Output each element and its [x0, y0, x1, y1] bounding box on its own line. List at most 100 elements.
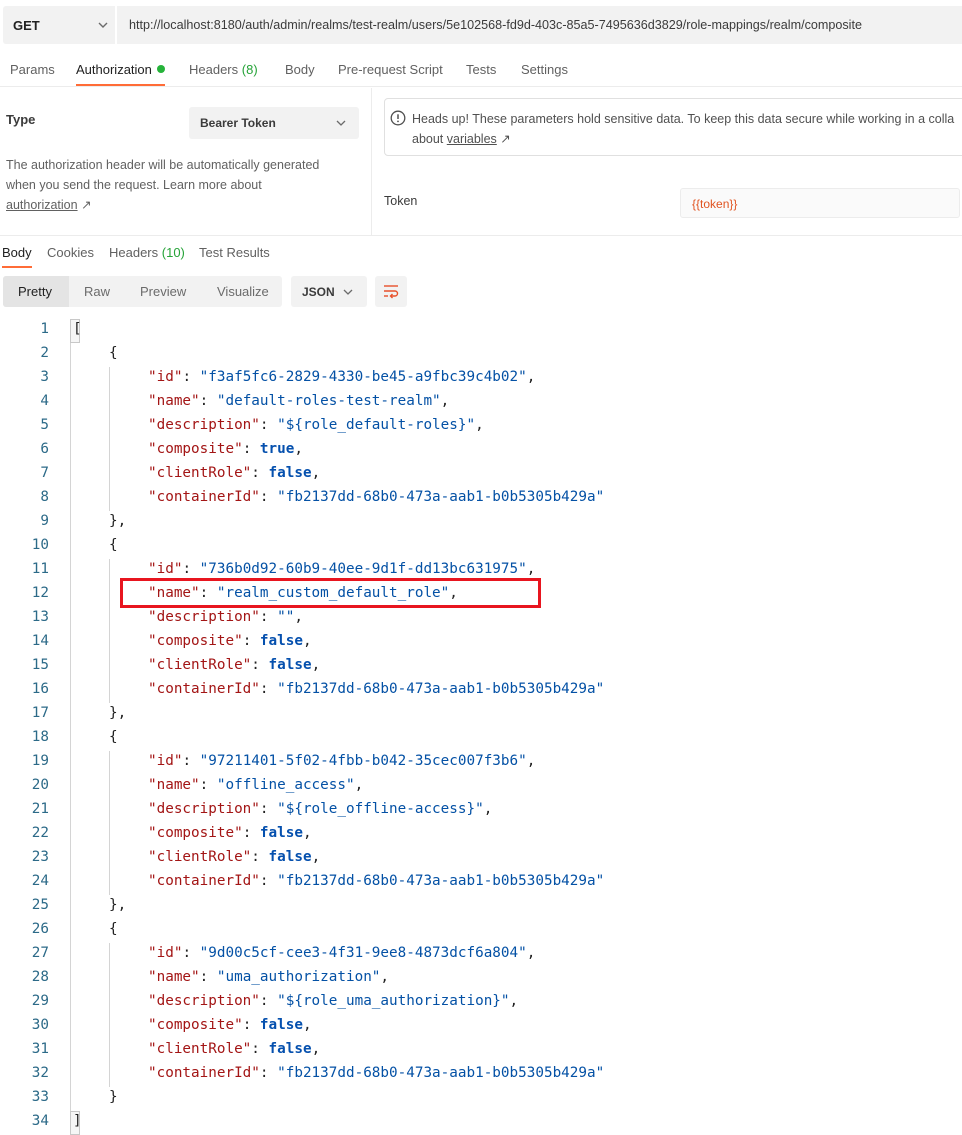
punctuation: ]	[73, 1113, 82, 1129]
code-text: "clientRole": false,	[148, 845, 320, 869]
alert-line-1: Heads up! These parameters hold sensitiv…	[412, 112, 955, 126]
line-number: 33	[31, 1089, 49, 1105]
json-key: "composite"	[148, 1017, 243, 1033]
token-label: Token	[384, 194, 418, 208]
tab-body[interactable]: Body	[285, 62, 315, 77]
line-number: 34	[31, 1113, 49, 1129]
code-line: 10 {	[0, 533, 962, 557]
code-text: },	[109, 893, 126, 917]
punctuation: ,	[302, 1017, 312, 1033]
response-tab-headers[interactable]: Headers (10)	[109, 245, 185, 260]
punctuation: :	[259, 873, 278, 889]
code-text: "clientRole": false,	[148, 1037, 320, 1061]
line-number: 26	[31, 921, 49, 937]
json-key: "description"	[148, 801, 260, 817]
punctuation: ,	[483, 801, 493, 817]
json-value: "uma_authorization"	[216, 969, 381, 985]
punctuation: ,	[526, 561, 536, 577]
punctuation: :	[199, 393, 217, 409]
code-line: 8 "containerId": "fb2137dd-68b0-473a-aab1…	[0, 485, 962, 509]
punctuation: ,	[440, 393, 450, 409]
response-tab-test-results[interactable]: Test Results	[199, 245, 270, 260]
code-text: ]	[73, 1109, 82, 1133]
code-text: "composite": true,	[148, 437, 303, 461]
code-text: "containerId": "fb2137dd-68b0-473a-aab1-…	[148, 1061, 604, 1085]
tab-headers[interactable]: Headers (8)	[189, 62, 258, 77]
code-line: 6 "composite": true,	[0, 437, 962, 461]
line-number: 2	[40, 345, 49, 361]
punctuation: :	[259, 609, 278, 625]
punctuation: :	[251, 465, 269, 481]
view-raw-button[interactable]: Raw	[84, 284, 110, 299]
line-number: 25	[31, 897, 49, 913]
punctuation: :	[259, 993, 278, 1009]
json-value: false	[259, 1017, 303, 1033]
variables-link[interactable]: variables	[447, 132, 497, 146]
line-number: 16	[31, 681, 49, 697]
line-number: 24	[31, 873, 49, 889]
tab-headers-label: Headers	[189, 62, 239, 77]
response-tab-headers-label: Headers	[109, 245, 159, 260]
token-input[interactable]: {{token}}	[680, 188, 960, 218]
response-body-code[interactable]: 1[ 2 {3 "id": "f3af5fc6-2829-4330-be45-a9fb…	[0, 317, 962, 1135]
view-pretty-button[interactable]: Pretty	[3, 276, 69, 307]
punctuation: :	[182, 561, 200, 577]
line-number: 20	[31, 777, 49, 793]
code-text: "name": "offline_access",	[148, 773, 363, 797]
json-value: false	[268, 465, 312, 481]
line-number: 3	[40, 369, 49, 385]
auth-type-select[interactable]: Bearer Token	[189, 107, 359, 139]
json-value: "f3af5fc6-2829-4330-be45-a9fbc39c4b02"	[199, 369, 527, 385]
chevron-down-icon	[336, 120, 346, 126]
tab-prerequest-script[interactable]: Pre-request Script	[338, 62, 443, 77]
view-preview-button[interactable]: Preview	[140, 284, 186, 299]
request-bar: GET http://localhost:8180/auth/admin/rea…	[0, 6, 962, 46]
line-number: 15	[31, 657, 49, 673]
url-text: http://localhost:8180/auth/admin/realms/…	[129, 18, 862, 32]
line-number: 14	[31, 633, 49, 649]
format-select[interactable]: JSON	[291, 276, 367, 307]
json-value: ""	[277, 609, 295, 625]
line-number: 28	[31, 969, 49, 985]
code-line: 1[	[0, 317, 962, 341]
code-text: {	[109, 533, 118, 557]
tab-settings[interactable]: Settings	[521, 62, 568, 77]
method-select[interactable]: GET	[3, 6, 115, 44]
view-visualize-button[interactable]: Visualize	[217, 284, 269, 299]
response-tab-body[interactable]: Body	[2, 245, 32, 260]
auth-help-text: The authorization header will be automat…	[6, 155, 346, 215]
divider	[371, 88, 372, 235]
tab-params[interactable]: Params	[10, 62, 55, 77]
punctuation: {	[109, 729, 118, 745]
punctuation: },	[109, 513, 127, 529]
wrap-lines-button[interactable]	[375, 276, 407, 307]
punctuation: :	[251, 849, 269, 865]
sensitive-data-alert: Heads up! These parameters hold sensitiv…	[384, 98, 962, 156]
punctuation: ,	[526, 369, 536, 385]
line-number: 12	[31, 585, 49, 601]
json-value: true	[259, 441, 295, 457]
punctuation: {	[109, 345, 118, 361]
code-text: {	[109, 725, 118, 749]
line-number: 9	[40, 513, 49, 529]
punctuation: ,	[302, 825, 312, 841]
code-line: 19 "id": "97211401-5f02-4fbb-b042-35cec00…	[0, 749, 962, 773]
json-key: "clientRole"	[148, 465, 252, 481]
wrap-lines-icon	[384, 285, 399, 299]
json-value: false	[268, 1041, 312, 1057]
url-input[interactable]: http://localhost:8180/auth/admin/realms/…	[117, 6, 962, 44]
code-text: "description": "${role_uma_authorization…	[148, 989, 518, 1013]
punctuation: ,	[311, 849, 321, 865]
line-number: 8	[40, 489, 49, 505]
tab-authorization[interactable]: Authorization	[76, 62, 165, 77]
response-tab-cookies[interactable]: Cookies	[47, 245, 94, 260]
code-text: [	[73, 317, 82, 341]
punctuation: ,	[526, 945, 536, 961]
highlight-box	[120, 578, 541, 608]
authorization-link[interactable]: authorization	[6, 198, 78, 212]
code-text: "id": "f3af5fc6-2829-4330-be45-a9fbc39c4…	[148, 365, 535, 389]
divider	[0, 235, 962, 236]
line-number: 19	[31, 753, 49, 769]
punctuation: {	[109, 921, 118, 937]
tab-tests[interactable]: Tests	[466, 62, 496, 77]
